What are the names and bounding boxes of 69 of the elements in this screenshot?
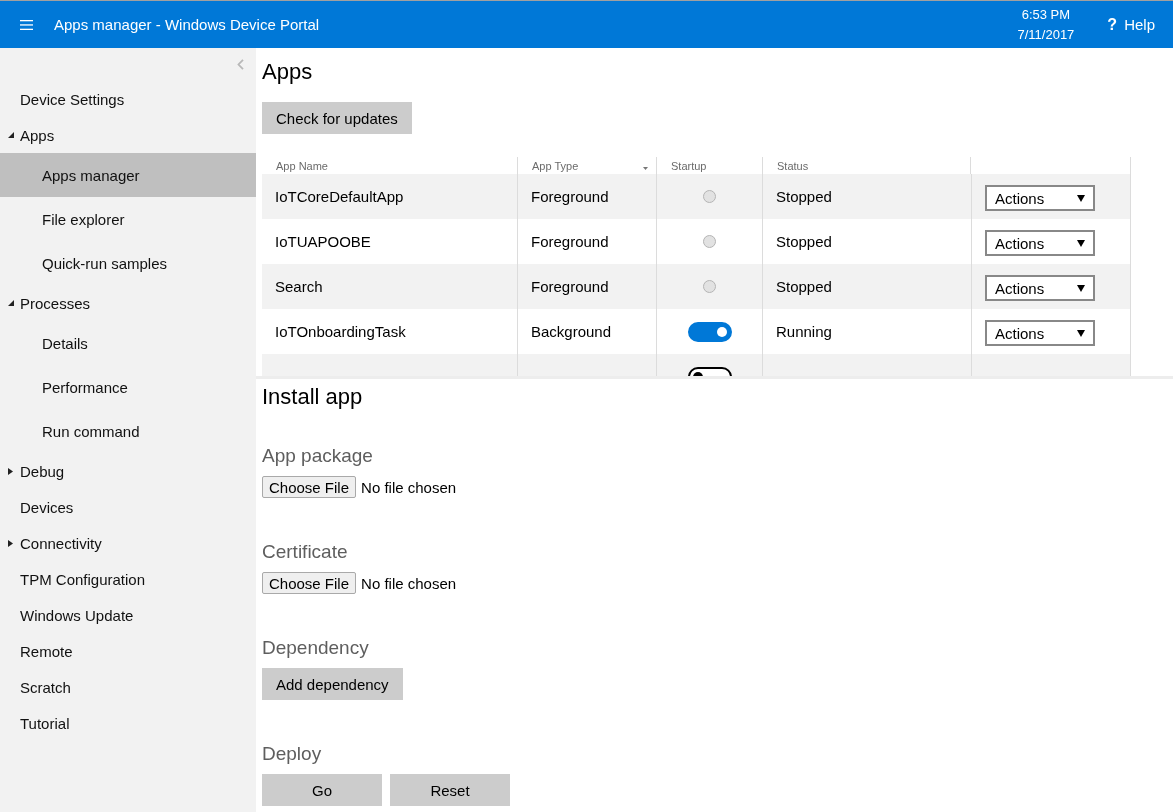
app-name: IoTUAPOOBE xyxy=(275,233,371,250)
app-type: Foreground xyxy=(531,278,609,295)
section-title: Install app xyxy=(262,384,364,410)
app-type: Background xyxy=(531,323,612,340)
column-header: App Type xyxy=(532,159,579,172)
dropdown-caret-icon xyxy=(1077,194,1085,202)
form-button[interactable]: Go xyxy=(262,774,382,806)
app-status: Stopped xyxy=(776,278,832,295)
table-row[interactable]: Search Foreground Stopped Actions xyxy=(262,264,1130,309)
field-label: Dependency xyxy=(262,636,370,660)
file-status: No file chosen xyxy=(361,574,457,592)
nav-item[interactable]: Tutorial xyxy=(20,714,70,732)
nav-item[interactable]: Device Settings xyxy=(20,90,125,108)
app-type: Foreground xyxy=(531,233,609,250)
nav-item[interactable]: Devices xyxy=(20,498,74,516)
file-status: No file chosen xyxy=(361,478,457,496)
app-name: IoTOnboardingTask xyxy=(275,323,406,340)
nav-item[interactable]: Details xyxy=(42,334,88,352)
app-name: Search xyxy=(275,278,323,295)
nav-item[interactable]: Remote xyxy=(20,642,73,660)
menu-icon[interactable] xyxy=(20,19,33,30)
nav-item[interactable]: TPM Configuration xyxy=(20,570,146,588)
nav-item[interactable]: Scratch xyxy=(20,678,71,696)
choose-file-button[interactable]: Choose File xyxy=(262,476,357,498)
app-status: Stopped xyxy=(776,188,832,205)
page-title: Apps xyxy=(262,59,314,85)
check-updates-button[interactable]: Check for updates xyxy=(262,102,412,134)
app-name: IoTCoreDefaultApp xyxy=(275,188,404,205)
chevron-left-icon[interactable] xyxy=(237,59,244,70)
nav-item[interactable]: Performance xyxy=(42,378,128,396)
actions-dropdown[interactable]: Actions xyxy=(985,275,1095,301)
help-link[interactable]: ? Help xyxy=(1107,15,1155,34)
nav-item[interactable]: Debug xyxy=(8,462,65,480)
nav-item[interactable]: Apps xyxy=(8,126,55,144)
nav-item[interactable]: Windows Update xyxy=(20,606,134,624)
field-label: App package xyxy=(262,444,374,468)
nav-item[interactable]: Apps manager xyxy=(0,153,256,197)
app-status: Stopped xyxy=(776,233,832,250)
dropdown-caret-icon xyxy=(1077,329,1085,337)
nav-item[interactable]: Processes xyxy=(8,294,91,312)
clock-time: 6:53 PM xyxy=(1021,5,1071,24)
radio-button[interactable] xyxy=(703,190,716,203)
form-button[interactable]: Reset xyxy=(390,774,510,806)
app-status: Running xyxy=(776,323,832,340)
dropdown-caret-icon xyxy=(1077,284,1085,292)
table-row[interactable]: IoTCoreDefaultApp Foreground Stopped Actions xyxy=(262,174,1130,219)
nav-item[interactable]: File explorer xyxy=(42,210,125,228)
clock-date: 7/11/2017 xyxy=(1017,25,1075,44)
dropdown-caret-icon xyxy=(1077,239,1085,247)
toggle-switch[interactable] xyxy=(687,321,732,342)
radio-button[interactable] xyxy=(703,235,716,248)
column-header: App Name xyxy=(276,159,328,172)
form-button[interactable]: Add dependency xyxy=(262,668,403,700)
choose-file-button[interactable]: Choose File xyxy=(262,572,357,594)
nav-item[interactable]: Quick-run samples xyxy=(42,254,168,272)
actions-dropdown[interactable]: Actions xyxy=(985,230,1095,256)
actions-dropdown[interactable]: Actions xyxy=(985,320,1095,346)
field-label: Deploy xyxy=(262,742,323,766)
window-title: Apps manager - Windows Device Portal xyxy=(54,16,320,33)
help-icon: ? xyxy=(1107,15,1118,34)
radio-button[interactable] xyxy=(703,280,716,293)
column-header: Status xyxy=(777,159,809,172)
column-header: Startup xyxy=(671,159,707,172)
field-label: Certificate xyxy=(262,540,349,564)
nav-item[interactable]: Run command xyxy=(42,422,140,440)
app-type: Foreground xyxy=(531,188,609,205)
nav-item[interactable]: Connectivity xyxy=(8,534,102,552)
actions-dropdown[interactable]: Actions xyxy=(985,185,1095,211)
sort-arrow-icon[interactable] xyxy=(643,167,648,170)
